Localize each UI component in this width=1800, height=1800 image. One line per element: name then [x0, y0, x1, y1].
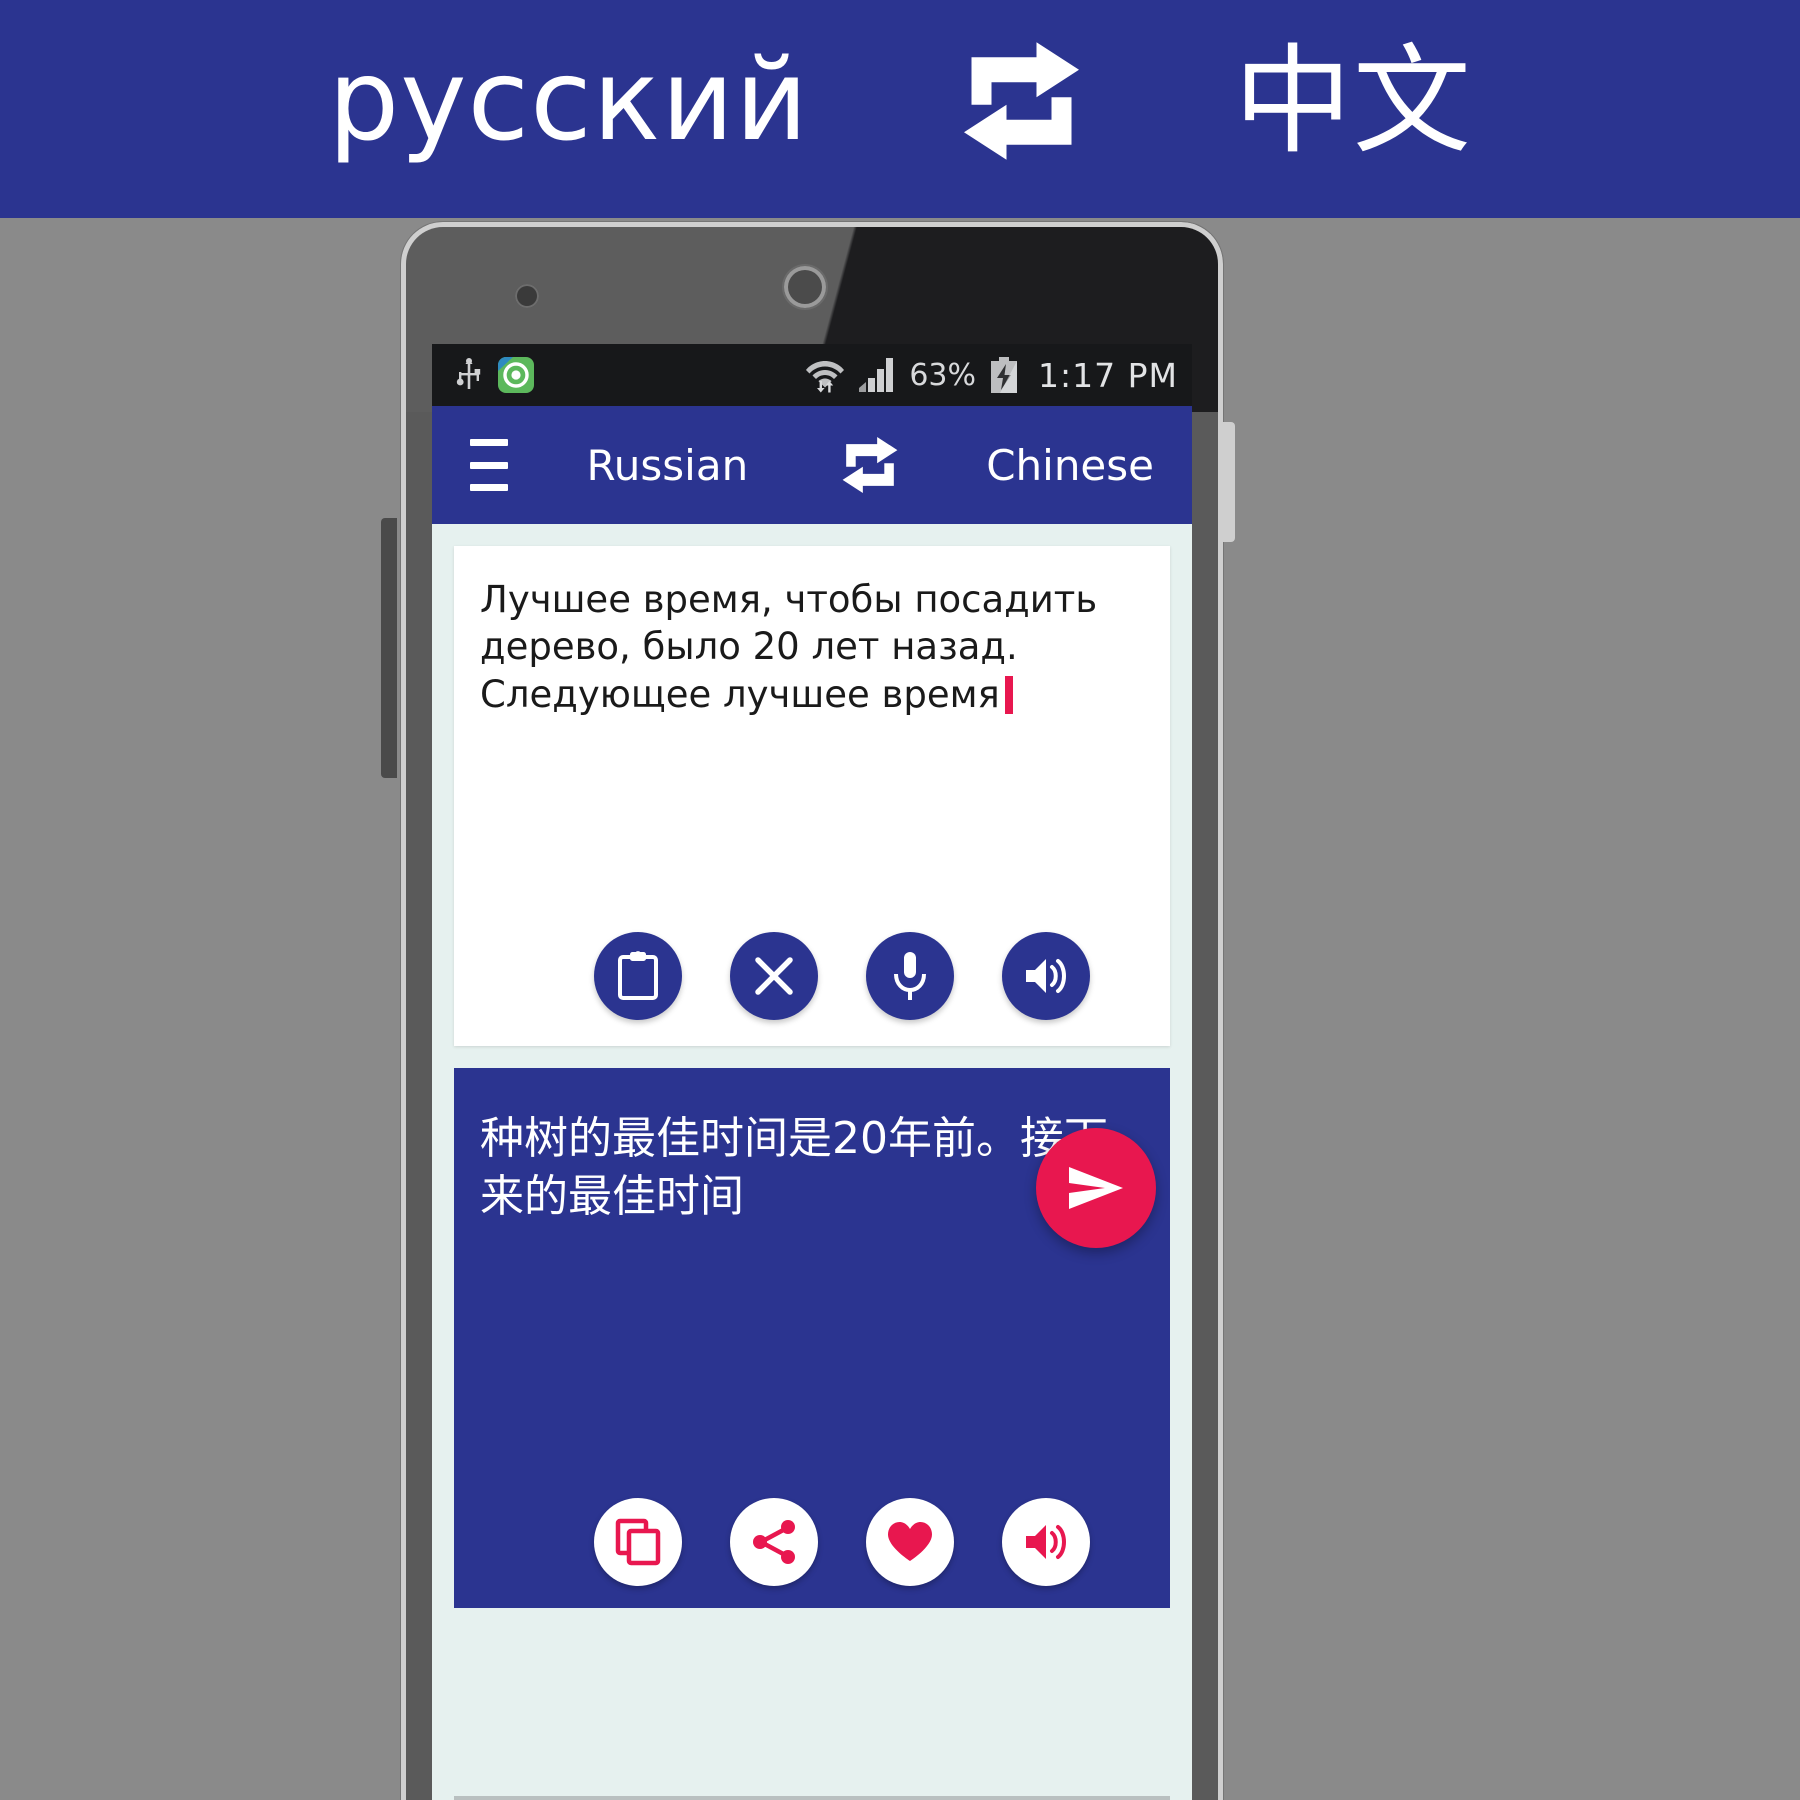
target-action-row [454, 1498, 1170, 1586]
earpiece-speaker [784, 266, 826, 308]
cellular-signal-icon [859, 358, 894, 392]
next-card-sliver [454, 1796, 1170, 1800]
clear-button[interactable] [730, 932, 818, 1020]
clipboard-paste-icon [618, 951, 658, 1000]
heart-icon [888, 1522, 932, 1561]
usb-icon [456, 358, 481, 389]
share-button[interactable] [730, 1498, 818, 1586]
toolbar-target-language-button[interactable]: Chinese [986, 441, 1154, 490]
voice-input-button[interactable] [866, 932, 954, 1020]
microphone-icon [894, 952, 926, 1000]
swap-repeat-icon [842, 437, 898, 493]
text-caret [1004, 675, 1013, 714]
toolbar-source-language-button[interactable]: Russian [586, 441, 748, 490]
screenshot-root: русский 中文 63% 1:17 PM Russian Chinese Л… [0, 0, 1800, 1800]
speaker-volume-icon [1026, 959, 1066, 993]
hamburger-menu-icon[interactable] [470, 439, 509, 491]
send-paper-plane-icon [1069, 1167, 1123, 1209]
favorite-button[interactable] [866, 1498, 954, 1586]
source-action-row [454, 932, 1170, 1020]
screen-recorder-icon [498, 357, 534, 393]
battery-percent-label: 63% [909, 357, 977, 393]
promo-source-language: русский [328, 36, 809, 166]
status-bar-right-icons: 63% 1:17 PM [805, 356, 1178, 395]
status-bar-clock: 1:17 PM [1038, 355, 1178, 395]
close-x-icon [755, 957, 793, 995]
phone-power-button[interactable] [1219, 422, 1235, 542]
speak-target-button[interactable] [1002, 1498, 1090, 1586]
android-status-bar: 63% 1:17 PM [432, 344, 1192, 406]
phone-mockup: 63% 1:17 PM Russian Chinese Лучшее время… [381, 222, 1235, 1800]
battery-charging-icon [991, 357, 1018, 393]
toolbar-swap-languages-button[interactable] [840, 437, 900, 493]
phone-screen: 63% 1:17 PM Russian Chinese Лучшее время… [432, 344, 1192, 1800]
app-toolbar: Russian Chinese [432, 406, 1192, 524]
promo-banner-content: русский 中文 [328, 42, 1472, 160]
copy-duplicate-icon [615, 1518, 661, 1566]
speaker-volume-icon [1026, 1525, 1066, 1559]
menu-line [470, 461, 509, 469]
promo-swap-repeat-icon [959, 42, 1084, 160]
source-text-input[interactable]: Лучшее время, чтобы посадить дерево, был… [454, 546, 1170, 718]
menu-line [470, 439, 509, 446]
promo-banner: русский 中文 [0, 0, 1800, 218]
paste-button[interactable] [594, 932, 682, 1020]
share-nodes-icon [753, 1520, 795, 1564]
menu-line [470, 484, 509, 491]
status-bar-left-icons [456, 357, 534, 393]
promo-target-language: 中文 [1233, 32, 1472, 170]
wifi-transfer-icon [806, 361, 845, 393]
phone-volume-button[interactable] [381, 518, 397, 778]
translate-send-button[interactable] [1036, 1128, 1156, 1248]
front-camera-icon [515, 284, 539, 308]
source-text-card: Лучшее время, чтобы посадить дерево, был… [454, 546, 1170, 1046]
copy-button[interactable] [594, 1498, 682, 1586]
speak-source-button[interactable] [1002, 932, 1090, 1020]
